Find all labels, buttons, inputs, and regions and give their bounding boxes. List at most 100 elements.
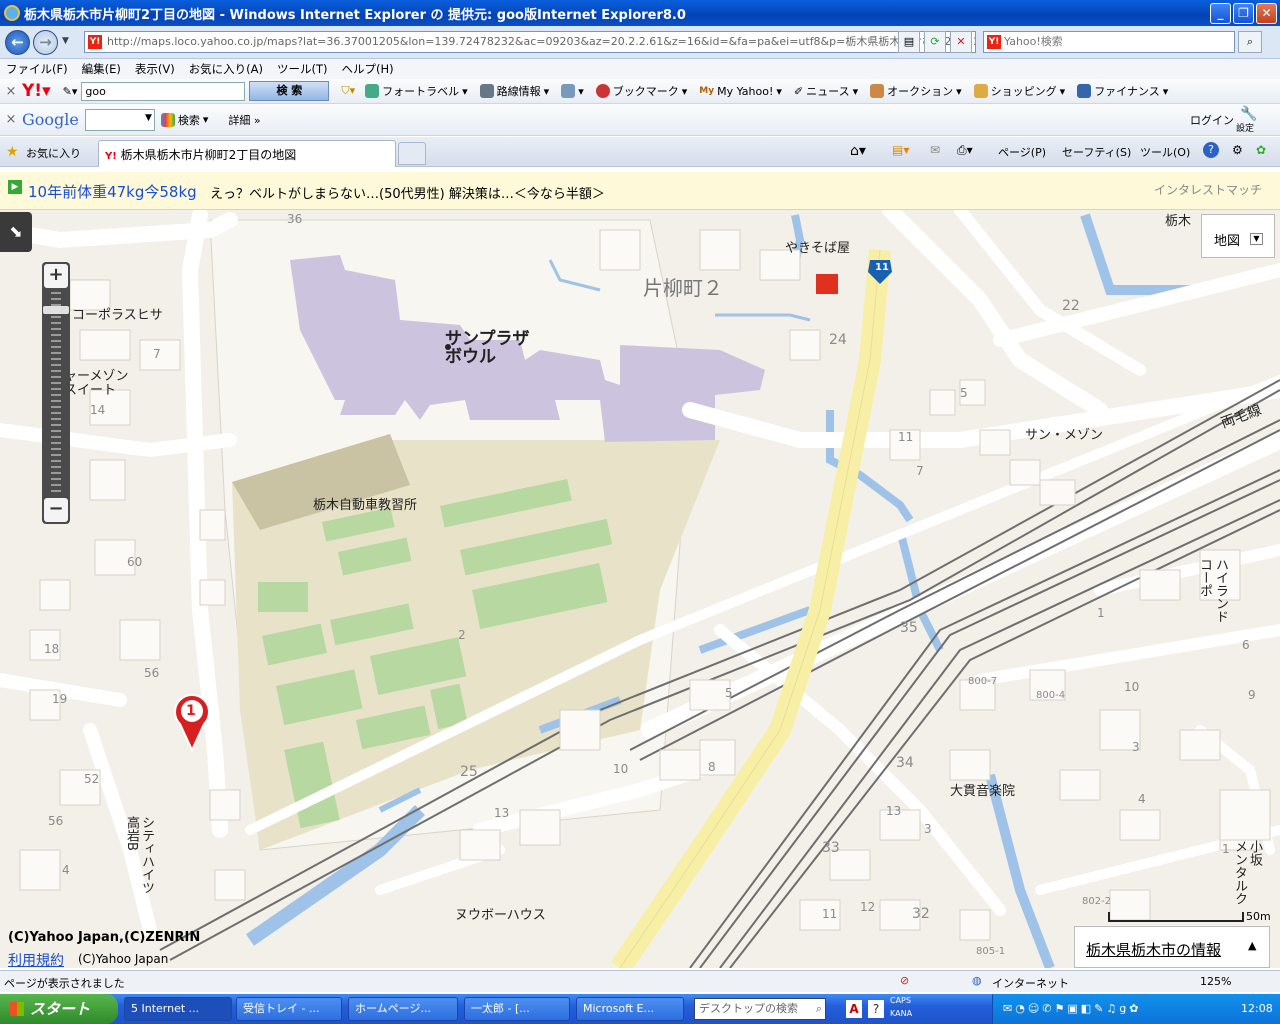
chevron-up-icon[interactable]: ▲ [1248, 939, 1256, 952]
block-number: 1 [1097, 606, 1105, 620]
research-icon[interactable]: ⚙ [1232, 143, 1243, 157]
city-info-link[interactable]: 栃木県栃木市の情報 [1086, 939, 1221, 960]
favorites-button[interactable]: お気に入り [26, 145, 81, 161]
tab-map[interactable]: Y! 栃木県栃木市片柳町2丁目の地図 [98, 140, 396, 167]
addon-icon[interactable]: ✿ [1256, 143, 1266, 157]
yahoo-logo[interactable]: Y!▾ [22, 81, 51, 101]
google-logo[interactable]: Google [22, 110, 79, 129]
map-type-button[interactable]: 地図 ▼ [1201, 214, 1275, 258]
toolbar-item-shopping[interactable]: ショッピング ▾ [973, 83, 1065, 99]
address-field[interactable]: Y! http://maps.loco.yahoo.co.jp/maps?lat… [84, 31, 976, 53]
history-dropdown-icon[interactable]: ▼ [62, 36, 69, 46]
shield-icon[interactable]: ⛉▾ [341, 84, 355, 98]
toolbar-item-mail[interactable]: ▾ [561, 84, 584, 98]
help-icon[interactable]: ? [1203, 142, 1219, 158]
print-icon[interactable]: ⎙▾ [957, 143, 973, 158]
tools-menu[interactable]: ツール(O) [1140, 144, 1190, 160]
task-ichitaro[interactable]: 一太郎 - [... [464, 997, 570, 1021]
map-view[interactable]: サンプラザ ボウル 片柳町２ 栃木自動車教習所 やきそば屋 コーポラスヒサ ャー… [0, 210, 1280, 968]
toolbar-item-news[interactable]: ✐ ニュース ▾ [794, 83, 858, 99]
wrench-icon[interactable]: 🔧 [1240, 106, 1257, 122]
ad-sponsor[interactable]: インタレストマッチ [1154, 181, 1262, 198]
forward-button[interactable]: → [33, 30, 58, 55]
close-toolbar-icon[interactable]: × [0, 112, 22, 127]
page-menu[interactable]: ページ(P) [998, 144, 1046, 160]
google-search-button[interactable]: 検索 ▾ [160, 112, 208, 128]
zoom-track[interactable] [51, 292, 61, 492]
stop-icon[interactable]: ✕ [950, 31, 972, 53]
feeds-icon[interactable]: ▤▾ [892, 143, 909, 157]
place-tochigi-partial[interactable]: 栃木 [1165, 210, 1191, 229]
refresh-icon[interactable]: ⟳ [924, 31, 946, 53]
mail-icon[interactable]: ✉ [930, 143, 940, 157]
pencil-icon[interactable]: ✎▾ [63, 85, 78, 98]
safety-menu[interactable]: セーフティ(S) [1062, 144, 1131, 160]
google-search-input[interactable]: ▼ [84, 108, 155, 131]
toolbar-item-myyahoo[interactable]: My My Yahoo! ▾ [699, 85, 782, 98]
terms-link[interactable]: 利用規約 [8, 950, 64, 968]
desktop-search-input[interactable]: デスクトップの検索 ⌕ [694, 998, 826, 1020]
place-maison[interactable]: ャーメゾン スイート [64, 370, 128, 398]
place-sun-maison[interactable]: サン・メゾン [1025, 424, 1103, 443]
task-inbox[interactable]: 受信トレイ - ... [236, 997, 342, 1021]
menu-edit[interactable]: 編集(E) [82, 61, 121, 77]
google-login-link[interactable]: ログイン [1190, 112, 1234, 128]
place-high-land[interactable]: ハイランド コーポ [1196, 558, 1228, 623]
city-info-panel[interactable]: 栃木県栃木市の情報 ▲ [1074, 926, 1270, 968]
menu-file[interactable]: ファイル(F) [6, 61, 68, 77]
security-zone[interactable]: インターネット [992, 975, 1069, 991]
place-nuvo[interactable]: ヌウボーハウス [455, 904, 546, 923]
toolbar-item-travel[interactable]: フォートラベル ▾ [365, 83, 468, 99]
start-button[interactable]: スタート [0, 994, 118, 1024]
map-canvas[interactable] [0, 210, 1280, 968]
close-button[interactable]: ✕ [1256, 3, 1277, 24]
expand-panel-icon[interactable]: ⬊ [0, 212, 32, 252]
web-search-input[interactable]: Y! Yahoo!検索 [983, 31, 1235, 53]
zoom-slider[interactable]: + − [42, 262, 70, 524]
zoom-level[interactable]: 125% [1200, 975, 1231, 988]
menu-tools[interactable]: ツール(T) [277, 61, 328, 77]
google-details-button[interactable]: 詳細 » [228, 112, 260, 128]
home-icon[interactable]: ⌂▾ [850, 143, 866, 159]
toolbar-item-auction[interactable]: オークション ▾ [870, 83, 962, 99]
yahoo-search-input[interactable]: goo [81, 81, 246, 101]
toolbar-item-bookmark[interactable]: ブックマーク ▾ [595, 83, 687, 99]
place-sunplaza[interactable]: サンプラザ ボウル [445, 330, 530, 366]
yahoo-search-button[interactable]: 検 索 [249, 81, 330, 101]
menu-view[interactable]: 表示(V) [135, 61, 175, 77]
task-internet-explorer[interactable]: 5 Internet ... [124, 997, 232, 1021]
block-number: 60 [127, 555, 143, 569]
acrobat-icon[interactable]: A [846, 1000, 862, 1018]
google-settings-label[interactable]: 設定 [1236, 121, 1254, 134]
minimize-button[interactable]: _ [1210, 3, 1231, 24]
place-yakisoba[interactable]: やきそば屋 [785, 237, 850, 256]
tray-icons[interactable]: ✉◔☺✆⚑▣◧✎♫g✿ [1003, 1002, 1141, 1015]
place-onkyo[interactable]: 大貫音楽院 [950, 780, 1015, 799]
location-marker-icon[interactable]: 1 [172, 690, 212, 753]
place-city-heights[interactable]: シティハイツ 高岩B [124, 816, 154, 894]
task-microsoft-excel[interactable]: Microsoft E... [576, 997, 684, 1021]
compat-view-icon[interactable]: ▤ [898, 31, 920, 53]
zoom-in-button[interactable]: + [44, 264, 68, 288]
zoom-out-button[interactable]: − [44, 498, 68, 522]
new-tab-button[interactable] [398, 142, 426, 165]
back-button[interactable]: ← [5, 30, 30, 55]
clock[interactable]: 12:08 [1241, 1002, 1273, 1015]
privacy-icon[interactable]: ⊘ [900, 974, 909, 987]
place-driving-school[interactable]: 栃木自動車教習所 [313, 494, 417, 513]
zoom-handle[interactable] [43, 306, 69, 314]
ad-body[interactable]: えっ？ベルトがしまらない…(50代男性) 解決策は…＜今なら半額＞ [210, 183, 605, 202]
route-number: 11 [875, 262, 889, 273]
close-toolbar-icon[interactable]: × [0, 84, 22, 99]
menu-favorites[interactable]: お気に入り(A) [189, 61, 263, 77]
place-mental[interactable]: 小坂 メンタルク [1232, 840, 1262, 905]
task-homepage[interactable]: ホームページ... [348, 997, 458, 1021]
search-go-icon[interactable]: ⌕ [1238, 31, 1262, 53]
maximize-button[interactable]: ❐ [1233, 3, 1254, 24]
menu-help[interactable]: ヘルプ(H) [342, 61, 394, 77]
ad-headline-link[interactable]: 10年前体重47kg今58kg [28, 181, 197, 202]
toolbar-item-route[interactable]: 路線情報 ▾ [479, 83, 549, 99]
help-tray-icon[interactable]: ? [868, 1000, 884, 1018]
toolbar-item-finance[interactable]: ファイナンス ▾ [1077, 83, 1168, 99]
place-corpora[interactable]: コーポラスヒサ [72, 304, 163, 323]
